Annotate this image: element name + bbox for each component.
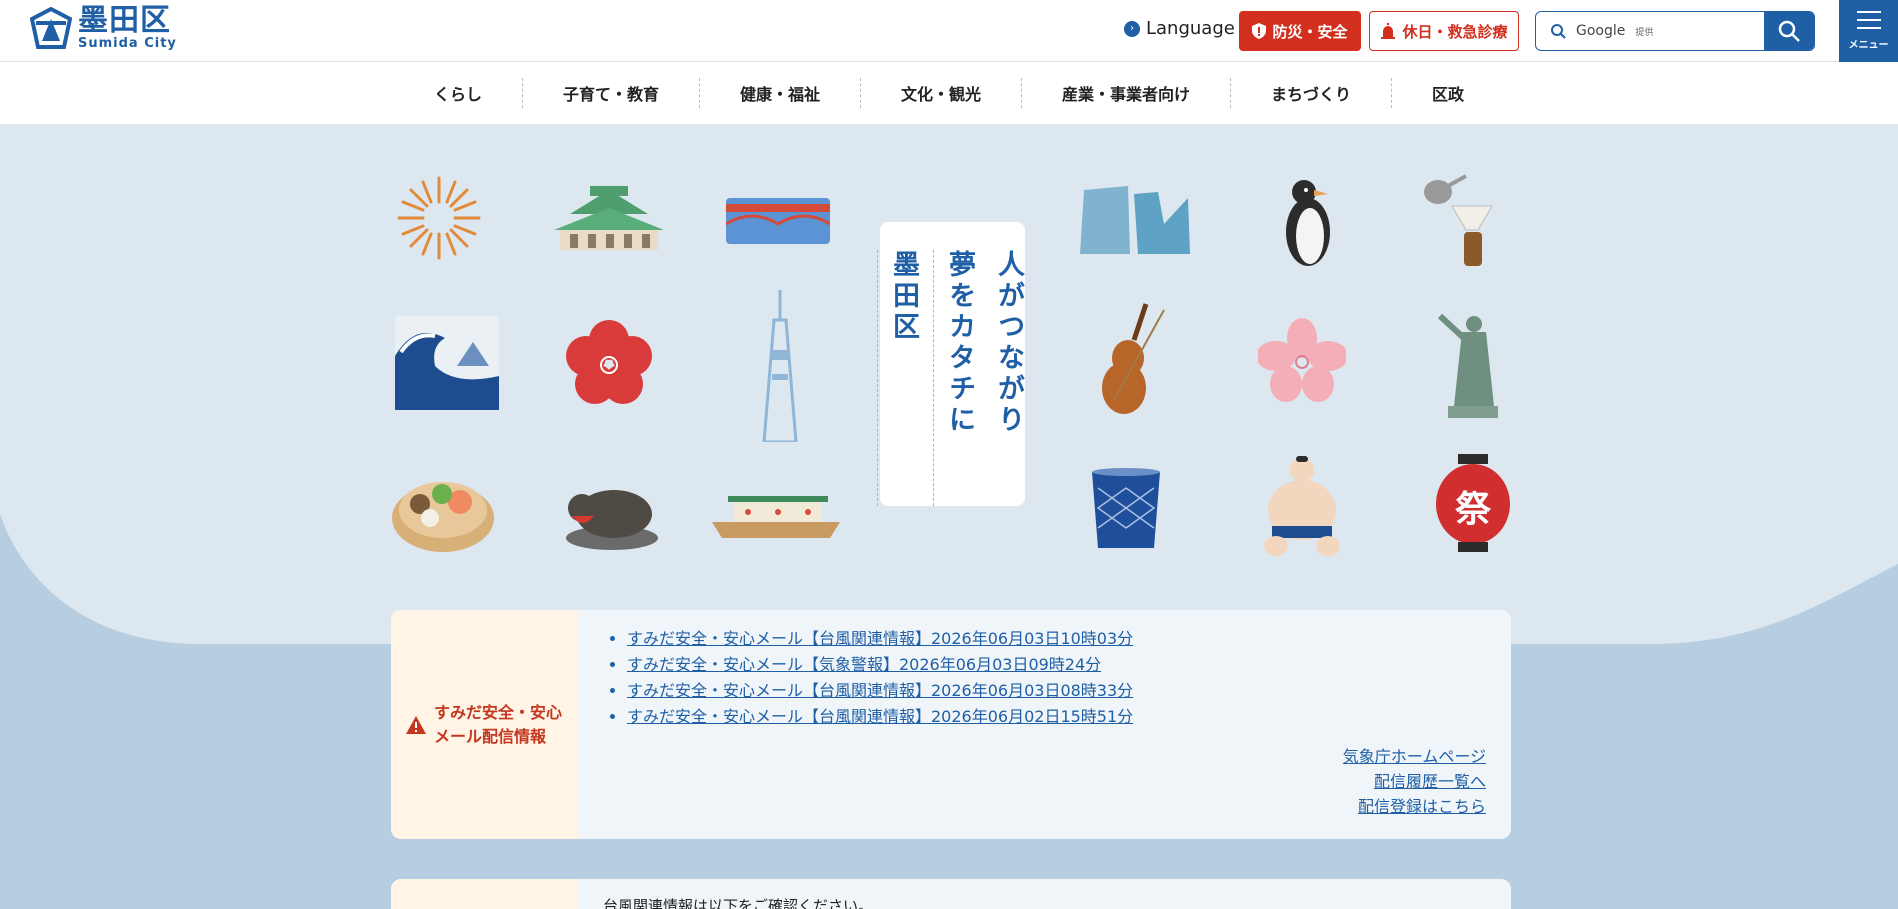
search-input[interactable]: Google 提供 <box>1536 12 1764 50</box>
search-icon <box>1778 20 1800 42</box>
bull-statue-icon <box>566 490 658 550</box>
site-logo[interactable]: 墨田区 Sumida City <box>30 6 177 52</box>
statue-icon <box>1437 313 1498 418</box>
safety-mail-link[interactable]: すみだ安全・安心メール【台風関連情報】2026年06月02日15時51分 <box>627 707 1133 726</box>
safety-mail-label-line1: すみだ安全・安心 <box>433 702 562 722</box>
wave-icon <box>395 316 499 410</box>
jma-homepage-link[interactable]: 気象庁ホームページ <box>1343 746 1486 768</box>
nav-item-culture-tourism[interactable]: 文化・観光 <box>861 78 1022 108</box>
catch-copy-line3: 墨田区 <box>877 250 923 506</box>
safety-mail-label: すみだ安全・安心 メール配信情報 <box>391 610 577 839</box>
emergency-clinic-button[interactable]: 休日・救急診療 <box>1369 11 1519 51</box>
siren-icon <box>1381 23 1396 39</box>
safety-mail-links: 気象庁ホームページ 配信履歴一覧へ 配信登録はこちら <box>1343 746 1486 818</box>
shield-icon <box>1252 23 1267 39</box>
nav-item-business[interactable]: 産業・事業者向け <box>1022 78 1232 108</box>
building-icon <box>1080 186 1190 254</box>
typhoon-info-text: 台風関連情報は以下をご確認ください。 <box>603 897 874 909</box>
penguin-icon <box>1286 180 1330 266</box>
sumo-wrestler-icon <box>1264 456 1340 556</box>
logo-name-jp: 墨田区 <box>78 3 171 38</box>
menu-label: メニュー <box>1848 40 1889 51</box>
logo-name-en: Sumida City <box>78 36 177 51</box>
plum-flower-icon <box>566 320 652 404</box>
catch-copy-line1: 人がつながり <box>993 250 1024 436</box>
menu-button[interactable]: メニュー <box>1839 0 1898 62</box>
bridge-icon <box>726 198 830 244</box>
site-header: 墨田区 Sumida City › Language 防災・安全 休日・救急診療… <box>0 0 1898 62</box>
language-label: Language <box>1146 18 1235 39</box>
catch-copy: 人がつながり 夢をカタチに 墨田区 <box>877 222 1025 506</box>
nav-item-living[interactable]: くらし <box>394 78 523 108</box>
hamburger-icon <box>1856 11 1881 29</box>
catch-copy-line2: 夢をカタチに <box>933 250 979 506</box>
list-item: すみだ安全・安心メール【台風関連情報】2026年06月03日08時33分 <box>627 678 1485 704</box>
violin-icon <box>1102 303 1165 414</box>
lantern-text: 祭 <box>1454 489 1491 530</box>
emergency-clinic-label: 休日・救急診療 <box>1402 22 1508 41</box>
nav-item-urban-development[interactable]: まちづくり <box>1231 78 1393 108</box>
safety-mail-box: すみだ安全・安心 メール配信情報 すみだ安全・安心メール【台風関連情報】2026… <box>391 610 1511 839</box>
language-link[interactable]: › Language <box>1124 18 1235 39</box>
list-item: すみだ安全・安心メール【台風関連情報】2026年06月03日10時03分 <box>627 626 1485 652</box>
coffee-drip-icon <box>1424 174 1493 266</box>
warning-icon <box>405 715 426 734</box>
safety-mail-list: すみだ安全・安心メール【台風関連情報】2026年06月03日10時03分 すみだ… <box>627 626 1485 730</box>
delivery-register-link[interactable]: 配信登録はこちら <box>1358 796 1486 818</box>
yakatabune-icon <box>712 496 840 538</box>
chevron-right-icon: › <box>1124 20 1140 37</box>
typhoon-info-label <box>391 879 577 909</box>
search-button[interactable] <box>1764 12 1814 50</box>
search-provider-note: 提供 <box>1635 27 1654 38</box>
list-item: すみだ安全・安心メール【気象警報】2026年06月03日09時24分 <box>627 652 1485 678</box>
kiriko-glass-icon <box>1092 468 1160 548</box>
search-icon <box>1551 24 1566 39</box>
safety-mail-list-area: すみだ安全・安心メール【台風関連情報】2026年06月03日10時03分 すみだ… <box>577 610 1511 839</box>
typhoon-info-box: 台風関連情報は以下をご確認ください。 <box>391 879 1511 909</box>
global-nav: くらし 子育て・教育 健康・福祉 文化・観光 産業・事業者向け まちづくり 区政 <box>0 62 1898 124</box>
site-search: Google 提供 <box>1535 11 1815 51</box>
safety-mail-link[interactable]: すみだ安全・安心メール【気象警報】2026年06月03日09時24分 <box>627 655 1101 674</box>
sumida-emblem-icon <box>30 7 72 49</box>
fireworks-icon <box>397 176 481 260</box>
nav-item-administration[interactable]: 区政 <box>1392 78 1504 108</box>
safety-mail-label-line2: メール配信情報 <box>433 726 546 746</box>
safety-mail-link[interactable]: すみだ安全・安心メール【台風関連情報】2026年06月03日10時03分 <box>627 629 1133 648</box>
list-item: すみだ安全・安心メール【台風関連情報】2026年06月02日15時51分 <box>627 704 1485 730</box>
disaster-safety-label: 防災・安全 <box>1272 22 1348 41</box>
delivery-history-link[interactable]: 配信履歴一覧へ <box>1374 771 1486 793</box>
search-placeholder: Google <box>1576 23 1626 39</box>
lantern-icon: 祭 <box>1436 454 1510 554</box>
skytree-icon <box>762 290 798 442</box>
hotpot-icon <box>392 482 494 552</box>
cherry-blossom-icon <box>1258 318 1346 402</box>
safety-mail-link[interactable]: すみだ安全・安心メール【台風関連情報】2026年06月03日08時33分 <box>627 681 1133 700</box>
kokugikan-icon <box>554 186 664 250</box>
disaster-safety-button[interactable]: 防災・安全 <box>1239 11 1361 51</box>
nav-item-childcare-education[interactable]: 子育て・教育 <box>523 78 700 108</box>
nav-item-health-welfare[interactable]: 健康・福祉 <box>700 78 861 108</box>
